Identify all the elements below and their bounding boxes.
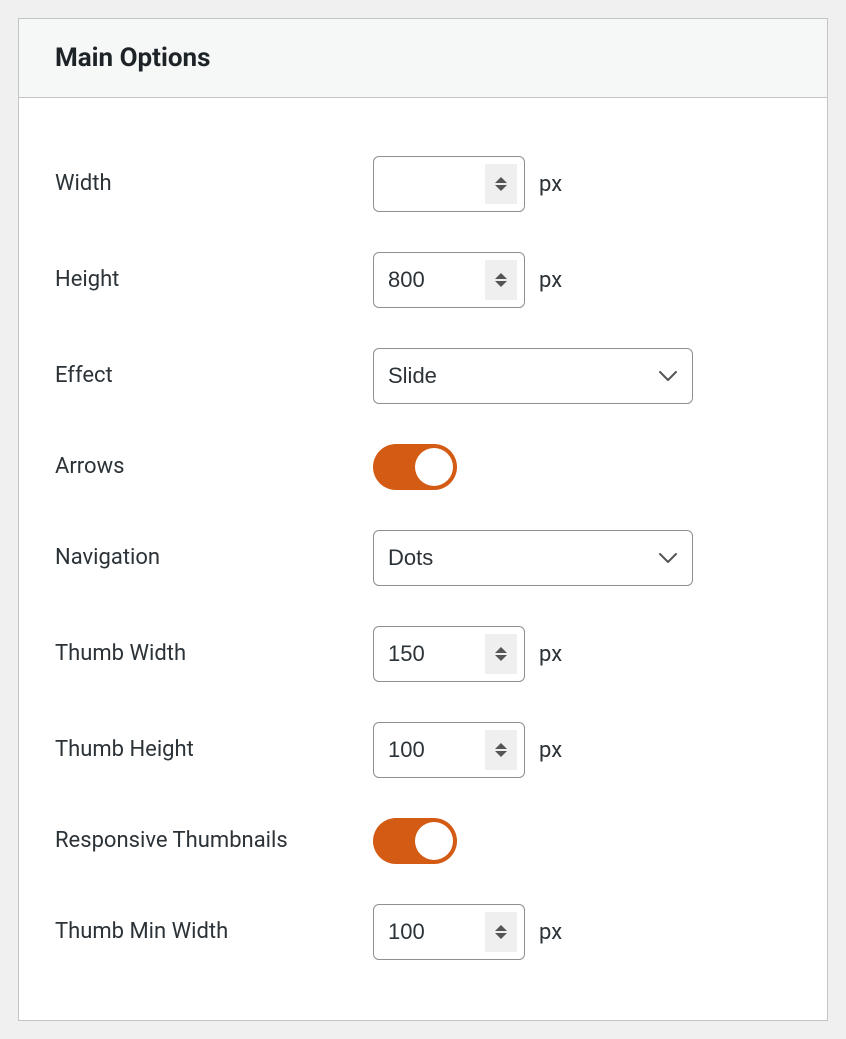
chevron-down-icon <box>495 281 507 287</box>
row-thumb-min-width: Thumb Min Width px <box>55 904 791 960</box>
thumb-height-stepper[interactable] <box>485 730 517 770</box>
chevron-down-icon <box>495 933 507 939</box>
label-height: Height <box>55 266 373 295</box>
chevron-down-icon <box>495 185 507 191</box>
label-effect: Effect <box>55 362 373 391</box>
thumb-width-input-wrap <box>373 626 525 682</box>
row-arrows: Arrows <box>55 444 791 490</box>
thumb-min-width-unit: px <box>539 920 562 945</box>
row-thumb-height: Thumb Height px <box>55 722 791 778</box>
chevron-up-icon <box>495 273 507 279</box>
label-thumb-height: Thumb Height <box>55 736 373 765</box>
navigation-select[interactable] <box>373 530 693 586</box>
thumb-width-unit: px <box>539 642 562 667</box>
chevron-down-icon <box>495 655 507 661</box>
navigation-select-wrap <box>373 530 693 586</box>
thumb-height-input-wrap <box>373 722 525 778</box>
toggle-knob <box>415 822 453 860</box>
control-height: px <box>373 252 562 308</box>
main-options-panel: Main Options Width px Height <box>18 18 828 1021</box>
height-input-wrap <box>373 252 525 308</box>
width-input-wrap <box>373 156 525 212</box>
control-thumb-width: px <box>373 626 562 682</box>
row-width: Width px <box>55 156 791 212</box>
panel-title: Main Options <box>55 43 791 73</box>
responsive-thumbnails-toggle[interactable] <box>373 818 457 864</box>
label-thumb-min-width: Thumb Min Width <box>55 918 373 947</box>
thumb-min-width-stepper[interactable] <box>485 912 517 952</box>
control-responsive-thumbnails <box>373 818 457 864</box>
chevron-down-icon <box>495 751 507 757</box>
effect-select[interactable] <box>373 348 693 404</box>
thumb-height-unit: px <box>539 738 562 763</box>
height-stepper[interactable] <box>485 260 517 300</box>
panel-body: Width px Height <box>19 98 827 1020</box>
chevron-up-icon <box>495 743 507 749</box>
width-unit: px <box>539 172 562 197</box>
control-thumb-height: px <box>373 722 562 778</box>
control-width: px <box>373 156 562 212</box>
effect-select-wrap <box>373 348 693 404</box>
thumb-min-width-input-wrap <box>373 904 525 960</box>
control-arrows <box>373 444 457 490</box>
label-arrows: Arrows <box>55 453 373 482</box>
label-responsive-thumbnails: Responsive Thumbnails <box>55 827 373 856</box>
row-effect: Effect <box>55 348 791 404</box>
toggle-knob <box>415 448 453 486</box>
label-thumb-width: Thumb Width <box>55 640 373 669</box>
label-width: Width <box>55 170 373 199</box>
row-navigation: Navigation <box>55 530 791 586</box>
chevron-up-icon <box>495 177 507 183</box>
height-unit: px <box>539 268 562 293</box>
row-thumb-width: Thumb Width px <box>55 626 791 682</box>
row-height: Height px <box>55 252 791 308</box>
panel-header: Main Options <box>19 19 827 98</box>
thumb-width-stepper[interactable] <box>485 634 517 674</box>
control-thumb-min-width: px <box>373 904 562 960</box>
width-stepper[interactable] <box>485 164 517 204</box>
control-navigation <box>373 530 693 586</box>
chevron-up-icon <box>495 647 507 653</box>
label-navigation: Navigation <box>55 544 373 573</box>
arrows-toggle[interactable] <box>373 444 457 490</box>
control-effect <box>373 348 693 404</box>
chevron-up-icon <box>495 925 507 931</box>
row-responsive-thumbnails: Responsive Thumbnails <box>55 818 791 864</box>
